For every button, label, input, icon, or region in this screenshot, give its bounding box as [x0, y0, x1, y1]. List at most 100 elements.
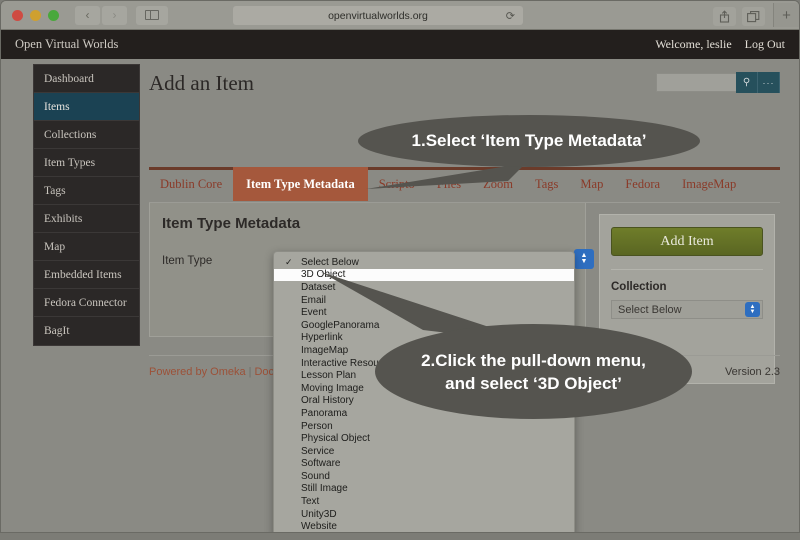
- dropdown-option-sound[interactable]: Sound: [274, 470, 574, 483]
- welcome-text: Welcome, leslie: [655, 37, 732, 51]
- tab-item-type-metadata[interactable]: Item Type Metadata: [233, 167, 368, 201]
- dropdown-option-label: Sound: [301, 470, 330, 482]
- browser-window: ‹ › openvirtualworlds.org ⟳ + Open Virtu…: [0, 0, 800, 533]
- sidebar-item-item-types[interactable]: Item Types: [34, 149, 139, 177]
- sidebar-item-embedded-items[interactable]: Embedded Items: [34, 261, 139, 289]
- callout-step-2-line-1: 2.Click the pull-down menu,: [421, 350, 646, 370]
- tab-label: Item Type Metadata: [246, 177, 355, 191]
- sidebar-item-label: Dashboard: [44, 72, 94, 85]
- reload-icon[interactable]: ⟳: [506, 9, 515, 22]
- sidebar-item-bagit[interactable]: BagIt: [34, 317, 139, 345]
- dropdown-option-label: Website: [301, 521, 337, 533]
- search-area: ⚲ ···: [656, 72, 780, 93]
- tab-imagemap[interactable]: ImageMap: [671, 170, 747, 199]
- logout-link[interactable]: Log Out: [745, 37, 785, 52]
- address-bar[interactable]: openvirtualworlds.org ⟳: [233, 6, 523, 25]
- add-item-button[interactable]: Add Item: [611, 227, 763, 256]
- callout-step-2-line-2: and select ‘3D Object’: [445, 373, 622, 393]
- version-text: Version 2.3: [724, 366, 780, 378]
- sidebar-item-label: BagIt: [44, 325, 70, 337]
- dropdown-option-physical-object[interactable]: Physical Object: [274, 432, 574, 445]
- search-icon[interactable]: ⚲: [736, 72, 758, 93]
- sidebar-item-label: Item Types: [44, 156, 96, 169]
- dropdown-option-label: Physical Object: [301, 433, 370, 445]
- callout-step-2: 2.Click the pull-down menu, and select ‘…: [375, 324, 692, 419]
- tabs-glyph: [747, 10, 760, 22]
- advanced-search-button[interactable]: ···: [758, 72, 780, 93]
- sidebar-item-items[interactable]: Items: [34, 93, 139, 121]
- footer-links: Powered by Omeka | Docu: [149, 366, 280, 378]
- search-input[interactable]: [656, 73, 736, 92]
- admin-sidebar-nav: Dashboard Items Collections Item Types Tags E…: [33, 64, 140, 346]
- footer-separator: |: [248, 366, 252, 378]
- tab-label: Dublin Core: [160, 177, 223, 191]
- dropdown-option-label: Text: [301, 496, 320, 508]
- maximize-window-button[interactable]: [48, 9, 59, 21]
- dropdown-option-website[interactable]: Website: [274, 520, 574, 533]
- dropdown-option-label: Software: [301, 458, 341, 470]
- site-title: Open Virtual Worlds: [15, 37, 119, 51]
- sidebar-item-label: Tags: [44, 184, 66, 197]
- dropdown-option-label: Service: [301, 445, 335, 457]
- dropdown-option-label: Unity3D: [301, 508, 337, 520]
- share-icon[interactable]: [713, 7, 736, 26]
- url-text: openvirtualworlds.org: [328, 9, 428, 22]
- collection-select-stepper[interactable]: ▲ ▼: [745, 302, 760, 317]
- minimize-window-button[interactable]: [30, 9, 41, 21]
- sidebar-item-label: Embedded Items: [44, 268, 122, 281]
- share-glyph: [719, 10, 730, 23]
- tab-dublin-core[interactable]: Dublin Core: [149, 170, 233, 199]
- sidebar-item-tags[interactable]: Tags: [34, 177, 139, 205]
- dropdown-option-still-image[interactable]: Still Image: [274, 483, 574, 496]
- new-tab-button[interactable]: +: [773, 3, 799, 27]
- collection-select[interactable]: Select Below ▲ ▼: [611, 300, 763, 319]
- page-viewport: Open Virtual Worlds Welcome, leslie Log …: [1, 30, 799, 533]
- navigation-buttons: ‹ ›: [75, 5, 127, 25]
- sidebar-item-fedora-connector[interactable]: Fedora Connector: [34, 289, 139, 317]
- sidebar-item-label: Collections: [44, 128, 97, 141]
- dropdown-option-label: Still Image: [301, 483, 348, 495]
- sidebar-item-label: Exhibits: [44, 212, 83, 225]
- sidebar-item-dashboard[interactable]: Dashboard: [34, 65, 139, 93]
- chevron-down-icon: ▼: [749, 308, 756, 315]
- dropdown-option-service[interactable]: Service: [274, 445, 574, 458]
- dropdown-option-software[interactable]: Software: [274, 458, 574, 471]
- site-header-user-group: Welcome, leslie Log Out: [655, 37, 785, 52]
- dropdown-option-unity3d[interactable]: Unity3D: [274, 508, 574, 521]
- check-icon: ✓: [285, 256, 293, 267]
- dropdown-option-label: Moving Image: [301, 382, 364, 394]
- dropdown-option-label: Person: [301, 420, 333, 432]
- site-header: Open Virtual Worlds Welcome, leslie Log …: [1, 30, 799, 59]
- sidebar-item-label: Map: [44, 240, 66, 253]
- sidebar-item-label: Items: [44, 100, 70, 113]
- page-body: Dashboard Items Collections Item Types Tags E…: [1, 59, 799, 533]
- dropdown-option-label: Lesson Plan: [301, 370, 357, 382]
- tab-fedora[interactable]: Fedora: [614, 170, 671, 199]
- panel-divider: [611, 269, 763, 270]
- dropdown-option-label: Oral History: [301, 395, 354, 407]
- dropdown-option-label: Panorama: [301, 407, 348, 419]
- powered-by-omeka-link[interactable]: Powered by Omeka: [149, 366, 246, 378]
- collection-select-value: Select Below: [618, 303, 682, 316]
- item-type-label: Item Type: [162, 255, 213, 267]
- window-traffic-lights: [12, 9, 59, 21]
- sidebar-item-label: Fedora Connector: [44, 296, 127, 309]
- page-title: Add an Item: [149, 71, 254, 95]
- dropdown-option-text[interactable]: Text: [274, 495, 574, 508]
- tabs-icon[interactable]: [742, 7, 765, 26]
- sidebar-item-collections[interactable]: Collections: [34, 121, 139, 149]
- close-window-button[interactable]: [12, 9, 23, 21]
- browser-toolbar: ‹ › openvirtualworlds.org ⟳ +: [1, 1, 799, 30]
- sidebar-icon: [145, 10, 159, 20]
- dropdown-option-person[interactable]: Person: [274, 420, 574, 433]
- sidebar-toggle-button[interactable]: [136, 5, 168, 25]
- forward-icon[interactable]: ›: [102, 5, 127, 25]
- toolbar-right-group: +: [713, 3, 799, 27]
- panel-title: Item Type Metadata: [162, 215, 301, 232]
- sidebar-item-exhibits[interactable]: Exhibits: [34, 205, 139, 233]
- collection-label: Collection: [611, 281, 667, 293]
- sidebar-item-map[interactable]: Map: [34, 233, 139, 261]
- back-icon[interactable]: ‹: [75, 5, 100, 25]
- tab-label: ImageMap: [682, 177, 737, 191]
- callout-step-1: 1.Select ‘Item Type Metadata’: [358, 115, 700, 167]
